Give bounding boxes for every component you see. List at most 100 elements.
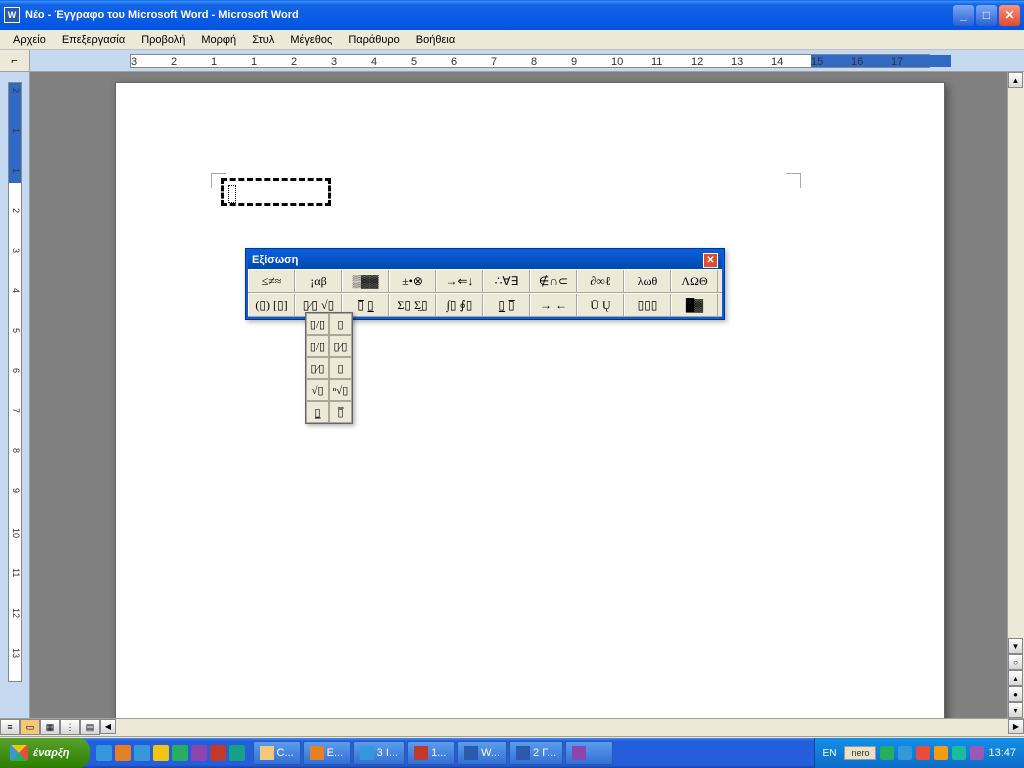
fraction-template-4-1[interactable]: ▯̅ xyxy=(329,401,352,423)
outline-view-button[interactable]: ⋮ xyxy=(60,719,80,735)
equation-palette-row1-6[interactable]: ∉∩⊂ xyxy=(530,270,577,292)
taskbar-item-label: 2 Γ... xyxy=(533,747,556,759)
app-icon-1[interactable] xyxy=(210,745,226,761)
vertical-ruler[interactable]: 2112345678910111213 xyxy=(0,72,30,718)
taskbar-item-0[interactable]: C... xyxy=(253,741,301,765)
menu-edit[interactable]: Επεξεργασία xyxy=(54,32,133,48)
close-button[interactable]: ✕ xyxy=(999,5,1020,26)
equation-palette-row1-9[interactable]: ΛΩΘ xyxy=(671,270,718,292)
taskbar-item-3[interactable]: 1... xyxy=(407,741,455,765)
fraction-template-0-1[interactable]: ▯ xyxy=(329,313,352,335)
equation-palette-row2-8[interactable]: ▯▯▯ xyxy=(624,294,671,316)
page-browse-marker[interactable]: ○ xyxy=(1008,654,1023,670)
fraction-template-3-1[interactable]: ⁿ√▯ xyxy=(329,379,352,401)
equation-palette-row2-6[interactable]: → ← xyxy=(530,294,577,316)
equation-palette-row2-7[interactable]: Ū Ų xyxy=(577,294,624,316)
equation-toolbar-close-button[interactable]: ✕ xyxy=(703,253,718,268)
equation-palette-row2-4[interactable]: ∫▯ ∮▯ xyxy=(436,294,483,316)
scroll-down-button[interactable]: ▼ xyxy=(1008,638,1023,654)
menu-format[interactable]: Μορφή xyxy=(193,32,244,48)
show-desktop-icon[interactable] xyxy=(172,745,188,761)
taskbar-item-2[interactable]: 3 I... xyxy=(353,741,405,765)
scroll-left-button[interactable]: ◀ xyxy=(100,719,116,734)
language-indicator[interactable]: EN xyxy=(823,748,837,759)
reading-view-button[interactable]: ▤ xyxy=(80,719,100,735)
equation-palette-row1-4[interactable]: →⇐↓ xyxy=(436,270,483,292)
maximize-button[interactable]: □ xyxy=(976,5,997,26)
ruler-corner[interactable]: ⌐ xyxy=(0,50,30,71)
firefox-icon[interactable] xyxy=(115,745,131,761)
taskbar-item-1[interactable]: E... xyxy=(303,741,351,765)
equation-toolbar[interactable]: Εξίσωση ✕ ≤≠≈¡αβ▒▓▓±•⊗→⇐↓∴∀∃∉∩⊂∂∞ℓλωθΛΩΘ… xyxy=(245,248,725,320)
taskbar-item-5[interactable]: 2 Γ... xyxy=(509,741,563,765)
tray-icon-2[interactable] xyxy=(898,746,912,760)
fraction-template-2-1[interactable]: ▯ xyxy=(329,357,352,379)
vertical-scrollbar[interactable]: ▲ ▼ ○ ▴ ● ▾ xyxy=(1007,72,1024,718)
taskbar-item-icon xyxy=(360,746,374,760)
taskbar-item-icon xyxy=(516,746,530,760)
tray-icon-1[interactable] xyxy=(880,746,894,760)
fraction-template-4-0[interactable]: ▯̲ xyxy=(306,401,329,423)
windows-flag-icon xyxy=(10,745,28,761)
menu-style[interactable]: Στυλ xyxy=(244,32,282,48)
scroll-right-button[interactable]: ▶ xyxy=(1008,719,1024,734)
equation-palette-row2-9[interactable]: █▓ xyxy=(671,294,718,316)
horizontal-scrollbar[interactable]: ◀ ▶ xyxy=(100,719,1024,736)
equation-insertion-slot[interactable] xyxy=(228,185,236,203)
web-layout-view-button[interactable]: ▦ xyxy=(40,719,60,735)
media-player-icon[interactable] xyxy=(191,745,207,761)
tray-icon-3[interactable] xyxy=(916,746,930,760)
fraction-template-3-0[interactable]: √▯ xyxy=(306,379,329,401)
outlook-icon[interactable] xyxy=(153,745,169,761)
equation-palette-row2-0[interactable]: (▯) [▯] xyxy=(248,294,295,316)
fraction-radical-templates-dropdown[interactable]: ▯/▯▯▯/▯▯⁄▯▯⁄▯▯√▯ⁿ√▯▯̲▯̅ xyxy=(305,312,353,424)
equation-palette-row1-1[interactable]: ¡αβ xyxy=(295,270,342,292)
tray-icon-5[interactable] xyxy=(952,746,966,760)
next-page-button[interactable]: ▾ xyxy=(1008,702,1023,718)
menu-window[interactable]: Παράθυρο xyxy=(340,32,407,48)
clock[interactable]: 13:47 xyxy=(988,747,1016,759)
start-button-label: έναρξη xyxy=(33,747,70,759)
fraction-template-1-1[interactable]: ▯⁄▯ xyxy=(329,335,352,357)
taskbar-item-icon xyxy=(414,746,428,760)
menu-view[interactable]: Προβολή xyxy=(133,32,193,48)
horizontal-ruler-container: ⌐ 3211234567891011121314151617 xyxy=(0,50,1024,72)
menu-size[interactable]: Μέγεθος xyxy=(282,32,340,48)
menubar: Αρχείο Επεξεργασία Προβολή Μορφή Στυλ Μέ… xyxy=(0,30,1024,50)
fraction-template-2-0[interactable]: ▯⁄▯ xyxy=(306,357,329,379)
equation-object[interactable] xyxy=(221,178,331,206)
browser-icon[interactable] xyxy=(134,745,150,761)
equation-toolbar-title[interactable]: Εξίσωση ✕ xyxy=(248,251,722,269)
equation-palette-row1-2[interactable]: ▒▓▓ xyxy=(342,270,389,292)
window-titlebar: W Νέο - Έγγραφο του Microsoft Word - Mic… xyxy=(0,0,1024,30)
taskbar-item-4[interactable]: W... xyxy=(457,741,507,765)
print-layout-view-button[interactable]: ▭ xyxy=(20,719,40,735)
fraction-template-1-0[interactable]: ▯/▯ xyxy=(306,335,329,357)
document-canvas[interactable] xyxy=(30,72,1007,718)
app-icon-2[interactable] xyxy=(229,745,245,761)
menu-help[interactable]: Βοήθεια xyxy=(408,32,463,48)
tray-icon-4[interactable] xyxy=(934,746,948,760)
nero-search[interactable]: nero xyxy=(844,746,876,760)
scroll-up-button[interactable]: ▲ xyxy=(1008,72,1023,88)
browse-object-button[interactable]: ● xyxy=(1008,686,1023,702)
document-page[interactable] xyxy=(115,82,945,718)
minimize-button[interactable]: _ xyxy=(953,5,974,26)
tray-icon-6[interactable] xyxy=(970,746,984,760)
ie-icon[interactable] xyxy=(96,745,112,761)
equation-palette-row1-7[interactable]: ∂∞ℓ xyxy=(577,270,624,292)
equation-palette-row1-3[interactable]: ±•⊗ xyxy=(389,270,436,292)
prev-page-button[interactable]: ▴ xyxy=(1008,670,1023,686)
equation-palette-row2-3[interactable]: Σ▯ Σ̲▯ xyxy=(389,294,436,316)
equation-palette-row1-5[interactable]: ∴∀∃ xyxy=(483,270,530,292)
menu-file[interactable]: Αρχείο xyxy=(5,32,54,48)
equation-palette-row1-0[interactable]: ≤≠≈ xyxy=(248,270,295,292)
start-button[interactable]: έναρξη xyxy=(0,738,90,768)
taskbar: έναρξη C...E...3 I...1...W... 2 Γ... EN n… xyxy=(0,738,1024,768)
normal-view-button[interactable]: ≡ xyxy=(0,719,20,735)
taskbar-item-6[interactable] xyxy=(565,741,613,765)
equation-palette-row2-5[interactable]: ▯̲ ▯̅ xyxy=(483,294,530,316)
horizontal-ruler[interactable]: 3211234567891011121314151617 xyxy=(30,50,1024,71)
fraction-template-0-0[interactable]: ▯/▯ xyxy=(306,313,329,335)
equation-palette-row1-8[interactable]: λωθ xyxy=(624,270,671,292)
